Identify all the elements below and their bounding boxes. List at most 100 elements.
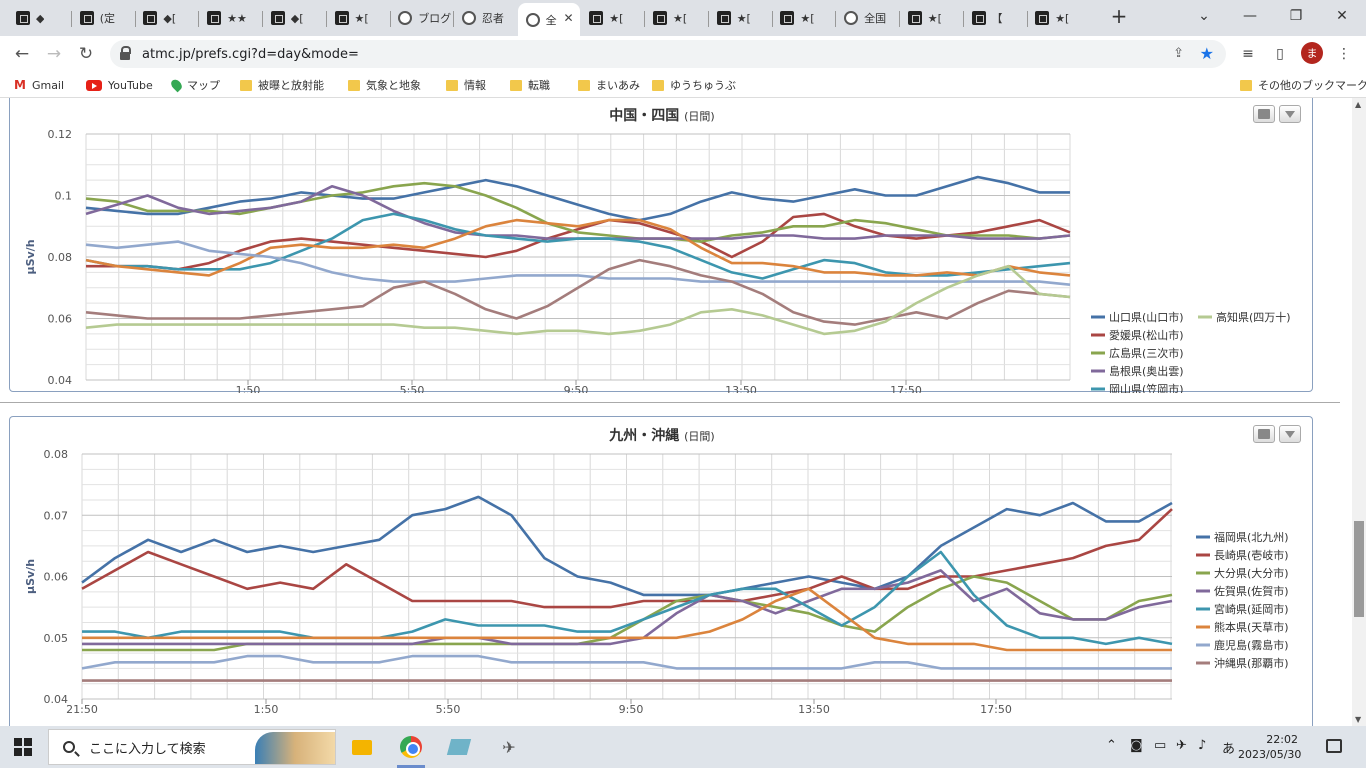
page-icon bbox=[1035, 11, 1050, 25]
y-axis-label: μSv/h bbox=[24, 239, 37, 274]
close-tab-icon[interactable]: ✕ bbox=[564, 11, 574, 25]
tab-6[interactable]: ブログ bbox=[390, 5, 452, 31]
legend-label[interactable]: 山口県(山口市) bbox=[1109, 310, 1184, 324]
legend-label[interactable]: 広島県(三次市) bbox=[1109, 346, 1184, 360]
scrollbar-thumb[interactable] bbox=[1354, 521, 1364, 617]
app-icon[interactable] bbox=[444, 732, 474, 762]
scroll-up-icon[interactable]: ▲ bbox=[1355, 100, 1361, 109]
tray-chevron-icon[interactable]: ⌃ bbox=[1106, 738, 1117, 753]
tab-1[interactable]: (定 bbox=[72, 5, 134, 31]
other-bookmarks[interactable]: その他のブックマーク bbox=[1240, 76, 1366, 94]
clock[interactable]: 22:02 2023/05/30 bbox=[1238, 732, 1301, 762]
tab-title: 【 bbox=[991, 12, 1003, 25]
tab-13[interactable]: 全国 bbox=[836, 5, 898, 31]
folder-icon bbox=[446, 79, 458, 91]
legend-label[interactable]: 岡山県(笠岡市) bbox=[1109, 382, 1184, 393]
tab-3[interactable]: ★★ bbox=[199, 5, 261, 31]
y-tick-label: 0.05 bbox=[44, 632, 69, 645]
bookmark-4[interactable]: 気象と地象 bbox=[348, 76, 421, 94]
legend-label[interactable]: 沖縄県(那覇市) bbox=[1214, 656, 1289, 670]
y-tick-label: 0.04 bbox=[48, 374, 73, 387]
globe-icon bbox=[525, 12, 540, 27]
chart-panel-chugoku-shikoku: 中国・四国 (日間) 0.04 0.06 0.08 0.1 0.12 μSv/h 1:50 5… bbox=[9, 98, 1313, 393]
youtube-icon bbox=[86, 79, 102, 91]
reload-icon[interactable]: ↻ bbox=[72, 40, 100, 68]
x-tick-label: 17:50 bbox=[890, 384, 922, 393]
minimize-icon[interactable]: — bbox=[1230, 4, 1270, 28]
media-control-icon[interactable]: ≡ bbox=[1234, 40, 1262, 68]
folder-icon bbox=[1240, 79, 1252, 91]
tab-0[interactable]: ◆ bbox=[8, 5, 70, 31]
bookmark-5[interactable]: 情報 bbox=[446, 76, 486, 94]
tab-2[interactable]: ◆[ bbox=[135, 5, 197, 31]
legend-label[interactable]: 熊本県(天草市) bbox=[1214, 620, 1289, 634]
scroll-down-icon[interactable]: ▼ bbox=[1355, 715, 1361, 724]
menu-icon[interactable]: ⋮ bbox=[1330, 40, 1358, 68]
x-tick-label: 5:50 bbox=[400, 384, 425, 393]
bookmark-label: 情報 bbox=[464, 79, 486, 92]
y-tick-label: 0.04 bbox=[44, 693, 69, 706]
new-tab-button[interactable]: + bbox=[1099, 4, 1139, 28]
tab-5[interactable]: ★[ bbox=[327, 5, 389, 31]
page-icon bbox=[143, 11, 158, 25]
bookmark-2[interactable]: マップ bbox=[169, 76, 220, 94]
network-icon[interactable]: ✈ bbox=[1176, 738, 1187, 753]
profile-avatar[interactable]: ま bbox=[1301, 42, 1323, 64]
y-tick-label: 0.08 bbox=[48, 251, 73, 264]
tab-4[interactable]: ◆[ bbox=[263, 5, 325, 31]
tab-8[interactable]: 全 ✕ bbox=[517, 3, 580, 36]
bookmark-6[interactable]: 転職 bbox=[510, 76, 550, 94]
address-bar[interactable]: atmc.jp/prefs.cgi?d=day&mode= ⇪ ★ bbox=[110, 40, 1226, 68]
url-text[interactable]: atmc.jp/prefs.cgi?d=day&mode= bbox=[142, 47, 359, 62]
notification-icon[interactable] bbox=[1326, 739, 1342, 753]
back-icon[interactable]: ← bbox=[8, 40, 36, 68]
globe-icon bbox=[461, 11, 476, 25]
lock-icon[interactable] bbox=[120, 46, 131, 60]
ime-indicator[interactable]: あ bbox=[1222, 738, 1235, 757]
windows-start-icon[interactable] bbox=[14, 738, 32, 756]
close-window-icon[interactable]: ✕ bbox=[1322, 4, 1362, 28]
legend-label[interactable]: 愛媛県(松山市) bbox=[1109, 328, 1184, 342]
scrollbar[interactable]: ▲ ▼ bbox=[1352, 98, 1366, 726]
bookmark-1[interactable]: YouTube bbox=[86, 76, 153, 94]
tab-10[interactable]: ★[ bbox=[645, 5, 707, 31]
legend-label[interactable]: 島根県(奥出雲) bbox=[1109, 364, 1184, 378]
tab-15[interactable]: 【 bbox=[964, 5, 1026, 31]
chrome-icon[interactable] bbox=[396, 732, 426, 762]
tab-search-icon[interactable]: ⌄ bbox=[1184, 4, 1224, 28]
chart-kyushu-okinawa: 0.04 0.05 0.06 0.07 0.08 μSv/h 21:50 1:50 5:50 9:… bbox=[24, 448, 1289, 716]
share-icon[interactable]: ⇪ bbox=[1173, 46, 1184, 61]
tab-14[interactable]: ★[ bbox=[900, 5, 962, 31]
bookmark-7[interactable]: まいあみ bbox=[578, 76, 640, 94]
volume-icon[interactable]: ♪ bbox=[1198, 738, 1206, 753]
tab-title: 全国 bbox=[864, 12, 887, 25]
legend-label[interactable]: 高知県(四万十) bbox=[1216, 310, 1291, 324]
tab-11[interactable]: ★[ bbox=[709, 5, 771, 31]
legend-label[interactable]: 鹿児島(霧島市) bbox=[1214, 638, 1289, 652]
airplane-app-icon[interactable]: ✈ bbox=[494, 732, 524, 762]
bookmark-8[interactable]: ゆうちゅうぶ bbox=[652, 76, 736, 94]
taskbar-search[interactable]: ここに入力して検索 bbox=[48, 729, 336, 765]
restore-icon[interactable]: ❐ bbox=[1276, 4, 1316, 28]
legend-label[interactable]: 佐賀県(佐賀市) bbox=[1214, 584, 1289, 598]
bookmark-0[interactable]: M Gmail bbox=[14, 76, 64, 94]
tab-7[interactable]: 忍者 bbox=[454, 5, 516, 31]
side-panel-icon[interactable]: ▯ bbox=[1266, 40, 1294, 68]
bookmark-3[interactable]: 被曝と放射能 bbox=[240, 76, 324, 94]
file-explorer-icon[interactable] bbox=[347, 732, 377, 762]
legend-label[interactable]: 大分県(大分市) bbox=[1214, 566, 1289, 580]
tab-9[interactable]: ★[ bbox=[581, 5, 643, 31]
tray-app-icon[interactable]: ◙ bbox=[1130, 738, 1143, 753]
gmail-icon: M bbox=[14, 78, 26, 92]
search-placeholder[interactable]: ここに入力して検索 bbox=[89, 738, 206, 757]
bookmark-star-icon[interactable]: ★ bbox=[1200, 44, 1214, 63]
other-bookmarks-label: その他のブックマーク bbox=[1258, 79, 1366, 92]
tab-16[interactable]: ★[ bbox=[1027, 5, 1089, 31]
legend-label[interactable]: 福岡県(北九州) bbox=[1214, 530, 1289, 544]
legend-label[interactable]: 長崎県(壱岐市) bbox=[1214, 548, 1289, 562]
forward-icon[interactable]: → bbox=[40, 40, 68, 68]
folder-icon bbox=[578, 79, 590, 91]
tab-12[interactable]: ★[ bbox=[772, 5, 834, 31]
battery-icon[interactable]: ▭ bbox=[1154, 738, 1166, 753]
legend-label[interactable]: 宮崎県(延岡市) bbox=[1214, 602, 1289, 616]
